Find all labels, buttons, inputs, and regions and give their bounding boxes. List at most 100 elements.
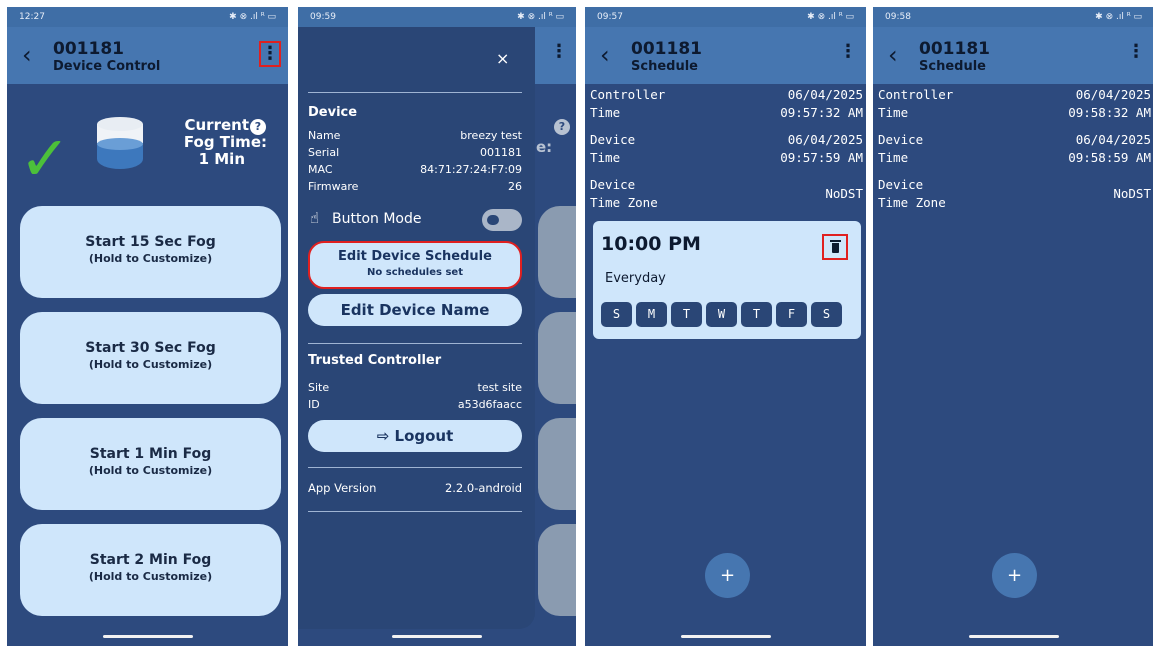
day-saturday[interactable]: S: [811, 302, 842, 327]
device-name-row: Name breezy test: [308, 127, 522, 144]
status-icons: ✱ ⊗ .ıl ᴿ ▭: [807, 12, 854, 22]
controller-time-info: Controller 06/04/2025 Time 09:57:32 AM: [590, 86, 863, 122]
edit-device-name-button[interactable]: Edit Device Name: [308, 294, 522, 326]
controller-time-info: Controller 06/04/2025 Time 09:58:32 AM: [878, 86, 1151, 122]
more-options-icon[interactable]: ⋮: [837, 41, 859, 67]
edit-schedule-label: Edit Device Schedule: [338, 249, 492, 264]
day-sunday[interactable]: S: [601, 302, 632, 327]
controller-date: 06/04/2025: [787, 87, 863, 102]
app-version-info: App Version 2.2.0-android: [308, 480, 522, 497]
id-row: ID a53d6faacc: [308, 396, 522, 413]
divider: [308, 511, 522, 512]
divider: [308, 343, 522, 344]
fluid-tank-icon: [97, 117, 143, 175]
device-info: Name breezy test Serial 001181 MAC 84:71:27…: [308, 127, 522, 195]
timezone-value: NoDST: [825, 186, 863, 201]
status-time: 09:57: [597, 12, 623, 22]
fog-button-hint: (Hold to Customize): [88, 570, 213, 583]
add-schedule-button[interactable]: +: [705, 553, 750, 598]
button-mode-toggle[interactable]: [482, 209, 522, 231]
close-icon[interactable]: ×: [496, 49, 509, 68]
home-indicator[interactable]: [968, 635, 1059, 638]
button-mode-row: ☝ Button Mode: [308, 209, 522, 231]
label: Device: [878, 177, 924, 192]
background-fog-button: [538, 418, 576, 510]
start-1-min-fog-button[interactable]: Start 1 Min Fog (Hold to Customize): [20, 418, 281, 510]
home-indicator[interactable]: [102, 635, 193, 638]
device-time-info: Device 06/04/2025 Time 09:57:59 AM: [590, 131, 863, 167]
day-friday[interactable]: F: [776, 302, 807, 327]
fog-label-line1: Current: [184, 116, 249, 134]
more-options-icon[interactable]: ⋮: [1125, 41, 1147, 67]
label: Time: [878, 150, 909, 165]
day-thursday[interactable]: T: [741, 302, 772, 327]
page-subtitle: Schedule: [919, 59, 986, 74]
device-date: 06/04/2025: [1075, 132, 1151, 147]
app-bar: ‹ 001181 Device Control ⋮: [7, 27, 288, 84]
label: Site: [308, 381, 330, 394]
divider: [308, 92, 522, 93]
fog-button-label: Start 30 Sec Fog: [85, 340, 216, 356]
back-arrow-icon[interactable]: ‹: [600, 41, 610, 69]
back-arrow-icon[interactable]: ‹: [22, 41, 32, 69]
label: Controller: [590, 87, 666, 102]
fog-button-hint: (Hold to Customize): [88, 252, 213, 265]
controller-id-value: a53d6faacc: [457, 398, 522, 411]
status-icons: ✱ ⊗ .ıl ᴿ ▭: [517, 12, 564, 22]
device-timezone-info: Device Time Zone NoDST: [878, 176, 1151, 212]
weekday-selector: S M T W T F S: [601, 302, 846, 327]
background-fog-button: [538, 206, 576, 298]
day-monday[interactable]: M: [636, 302, 667, 327]
start-2-min-fog-button[interactable]: Start 2 Min Fog (Hold to Customize): [20, 524, 281, 616]
status-icons: ✱ ⊗ .ıl ᴿ ▭: [229, 12, 276, 22]
label: Time: [590, 150, 621, 165]
back-arrow-icon[interactable]: ‹: [888, 41, 898, 69]
status-bar: 12:27 ✱ ⊗ .ıl ᴿ ▭: [7, 7, 288, 27]
trusted-controller-title: Trusted Controller: [308, 353, 442, 368]
status-bar: 09:59 ✱ ⊗ .ıl ᴿ ▭: [298, 7, 576, 27]
label: ID: [308, 398, 320, 411]
schedule-screen: 09:57 ✱ ⊗ .ıl ᴿ ▭ ‹ 001181 Schedule ⋮ Co…: [585, 7, 866, 646]
help-icon[interactable]: ?: [250, 119, 266, 135]
trash-icon[interactable]: [822, 234, 848, 260]
device-section-title: Device: [308, 105, 358, 120]
label: Device: [878, 132, 924, 147]
fog-button-label: Start 2 Min Fog: [89, 552, 212, 568]
more-options-icon[interactable]: ⋮: [259, 41, 281, 67]
background-fog-button: [538, 312, 576, 404]
schedule-repeat: Everyday: [605, 271, 666, 286]
controller-time: 09:57:32 AM: [780, 105, 863, 120]
home-indicator[interactable]: [392, 635, 482, 638]
device-mac-row: MAC 84:71:27:24:F7:09: [308, 161, 522, 178]
label: Time: [590, 105, 621, 120]
label: Device: [590, 132, 636, 147]
start-30-sec-fog-button[interactable]: Start 30 Sec Fog (Hold to Customize): [20, 312, 281, 404]
day-wednesday[interactable]: W: [706, 302, 737, 327]
background-fog-label: e:: [536, 138, 553, 156]
device-date: 06/04/2025: [787, 132, 863, 147]
day-tuesday[interactable]: T: [671, 302, 702, 327]
device-time: 09:57:59 AM: [780, 150, 863, 165]
button-mode-label: Button Mode: [332, 211, 422, 227]
label: Firmware: [308, 180, 359, 193]
home-indicator[interactable]: [680, 635, 771, 638]
fog-button-label: Start 15 Sec Fog: [85, 234, 216, 250]
label: MAC: [308, 163, 333, 176]
device-id-title: 001181: [631, 39, 702, 59]
device-firmware-value: 26: [508, 180, 522, 193]
schedule-status: No schedules set: [367, 267, 463, 278]
schedule-empty-screen: 09:58 ✱ ⊗ .ıl ᴿ ▭ ‹ 001181 Schedule ⋮ Co…: [873, 7, 1153, 646]
status-time: 09:59: [310, 12, 336, 22]
label: Device: [590, 177, 636, 192]
device-control-screen: 12:27 ✱ ⊗ .ıl ᴿ ▭ ‹ 001181 Device Contro…: [7, 7, 288, 646]
schedule-time: 10:00 PM: [601, 233, 701, 255]
logout-button[interactable]: ⇨ Logout: [308, 420, 522, 452]
more-options-icon[interactable]: ⋮: [548, 41, 570, 67]
edit-device-schedule-button[interactable]: Edit Device Schedule No schedules set: [308, 241, 522, 289]
start-15-sec-fog-button[interactable]: Start 15 Sec Fog (Hold to Customize): [20, 206, 281, 298]
label: Name: [308, 129, 341, 142]
schedule-card[interactable]: 10:00 PM Everyday S M T W T F S: [593, 221, 861, 339]
page-subtitle: Device Control: [53, 59, 161, 74]
fog-button-hint: (Hold to Customize): [88, 358, 213, 371]
add-schedule-button[interactable]: +: [992, 553, 1037, 598]
